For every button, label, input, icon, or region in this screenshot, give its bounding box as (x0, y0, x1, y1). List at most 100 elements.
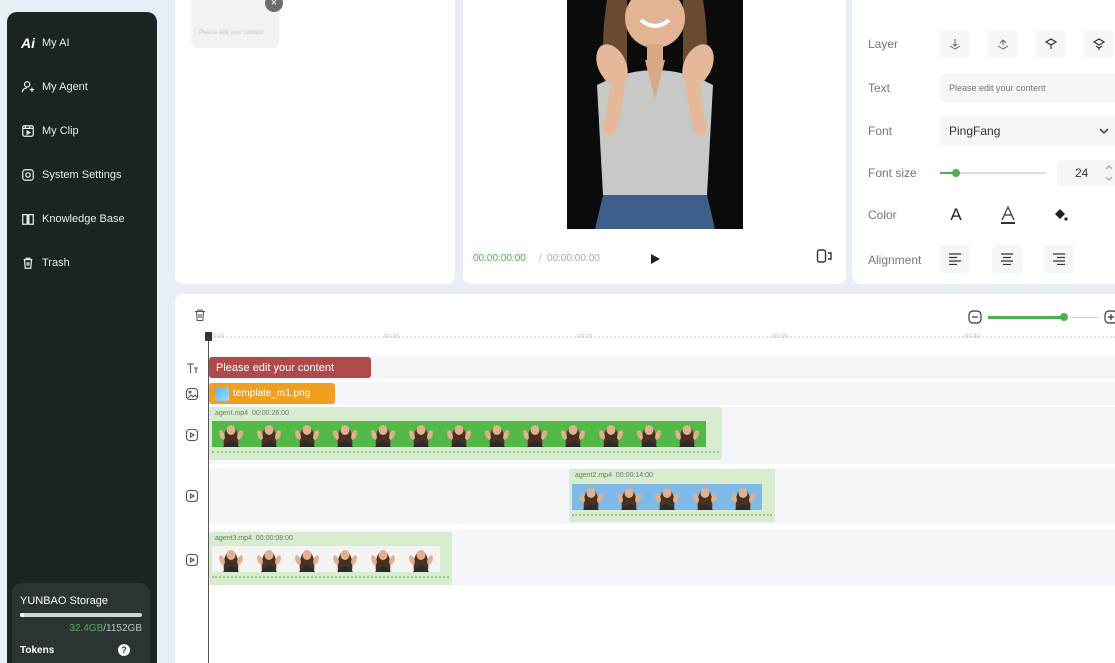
video-frame-thumbnail (402, 546, 440, 572)
close-icon[interactable]: × (265, 0, 283, 12)
zoom-slider-handle[interactable] (1060, 312, 1068, 321)
video-frame-thumbnail (478, 421, 516, 447)
ruler-tick: 00:10 (384, 334, 400, 340)
text-track-icon (187, 363, 198, 373)
sidebar-item-label: My AI (42, 37, 70, 49)
sidebar-item-trash[interactable]: Trash (19, 252, 70, 274)
video-frame-thumbnail (686, 484, 724, 510)
total-time: 00:00:00:00 (547, 253, 600, 264)
woman-clapping-image (567, 0, 743, 229)
font-size-label: Font size (868, 166, 917, 180)
book-icon (19, 210, 37, 228)
ruler-tick: 00:30 (772, 334, 788, 340)
sidebar-item-system-settings[interactable]: System Settings (19, 164, 121, 186)
image-thumbnail-icon (215, 386, 229, 401)
text-label: Text (868, 81, 891, 95)
play-icon[interactable] (649, 253, 661, 265)
sidebar-item-label: My Agent (42, 81, 88, 93)
align-center-icon[interactable] (992, 245, 1022, 273)
storage-title: YUNBAO Storage (20, 595, 109, 607)
sidebar-item-knowledge-base[interactable]: Knowledge Base (19, 208, 125, 230)
video-frame-thumbnail (250, 546, 288, 572)
ruler-tick: 00:20 (577, 334, 593, 340)
sidebar-item-label: Knowledge Base (42, 213, 125, 225)
clip-icon (19, 122, 37, 140)
zoom-out-icon[interactable] (968, 310, 982, 324)
audio-waveform (212, 451, 719, 454)
layer-down-icon[interactable] (988, 30, 1018, 58)
clip-meta: agent2.mp4 00:00:14:00 (575, 472, 653, 479)
video-frame-thumbnail (250, 421, 288, 447)
video-clip-2[interactable]: agent2.mp4 00:00:14:00 (569, 469, 775, 522)
ruler-tick: 00:40 (965, 334, 981, 340)
text-color-button[interactable]: A (940, 200, 972, 230)
sidebar-item-my-clip[interactable]: My Clip (19, 120, 79, 142)
storage-used: 32.4GB (69, 623, 104, 634)
properties-panel: Layer Text Font PingFang Font size 24 Co… (852, 0, 1115, 284)
image-track-icon (185, 387, 199, 401)
text-color-icon: A (950, 205, 962, 224)
sidebar-item-my-ai[interactable]: Ai My AI (19, 32, 70, 54)
outline-color-button[interactable] (992, 200, 1024, 230)
video-clip-1[interactable]: agent.mp4 00:00:26:00 (209, 407, 722, 460)
layer-buttons (940, 30, 1114, 58)
trash-icon[interactable] (193, 308, 207, 322)
clip-frames (572, 484, 762, 510)
video-track-icon (185, 489, 199, 503)
sidebar-item-label: System Settings (42, 169, 122, 181)
audio-waveform (572, 514, 772, 517)
video-frame-thumbnail (288, 421, 326, 447)
video-frame-thumbnail (212, 546, 250, 572)
fill-color-button[interactable] (1044, 200, 1076, 230)
video-frame-thumbnail (724, 484, 762, 510)
text-clip[interactable]: Please edit your content (209, 357, 371, 378)
align-right-icon[interactable] (1044, 245, 1074, 273)
color-label: Color (868, 208, 897, 222)
color-buttons: A (940, 200, 1076, 230)
video-frame-thumbnail (630, 421, 668, 447)
playhead-handle[interactable] (205, 332, 212, 341)
video-frame-thumbnail (440, 421, 478, 447)
font-size-stepper[interactable]: 24 (1057, 160, 1115, 186)
layer-up-icon[interactable] (1036, 30, 1066, 58)
stepper-arrows-icon[interactable] (1105, 162, 1113, 184)
layer-bottom-icon[interactable] (940, 30, 970, 58)
font-size-slider[interactable] (940, 169, 1046, 177)
clip-name: agent3.mp4 (215, 535, 252, 542)
asset-caption: Please edit your content (199, 30, 264, 36)
playhead[interactable] (205, 332, 212, 663)
clip-name: agent2.mp4 (575, 472, 612, 479)
image-clip[interactable]: template_m1.png (209, 383, 335, 404)
font-select[interactable]: PingFang (940, 116, 1115, 146)
video-frame-thumbnail (572, 484, 610, 510)
clip-meta: agent.mp4 00:00:26:00 (215, 410, 289, 417)
video-frame-thumbnail (212, 421, 250, 447)
sidebar-item-my-agent[interactable]: My Agent (19, 76, 88, 98)
storage-amount: 32.4GB/1152GB (20, 623, 142, 634)
text-input[interactable] (940, 74, 1115, 102)
clip-meta: agent3.mp4 00:00:08:00 (215, 535, 293, 542)
font-size-slider-handle[interactable] (951, 169, 960, 177)
help-icon[interactable]: ? (118, 644, 130, 656)
clip-frames (212, 546, 440, 572)
zoom-slider-rest (1070, 316, 1098, 318)
aspect-ratio-icon[interactable] (816, 247, 834, 265)
video-clip-3[interactable]: agent3.mp4 00:00:08:00 (209, 532, 452, 585)
storage-total: 1152GB (106, 623, 142, 634)
video-frame-thumbnail (364, 421, 402, 447)
zoom-slider[interactable] (988, 312, 1068, 321)
zoom-in-icon[interactable] (1104, 310, 1115, 324)
sidebar-item-label: My Clip (42, 125, 79, 137)
video-frame-thumbnail (364, 546, 402, 572)
video-frame-thumbnail (592, 421, 630, 447)
video-preview (567, 0, 743, 229)
storage-panel: YUNBAO Storage 32.4GB/1152GB Tokens ? (12, 583, 150, 663)
video-frame-thumbnail (648, 484, 686, 510)
settings-icon (19, 166, 37, 184)
font-size-value: 24 (1075, 166, 1089, 180)
layer-label: Layer (868, 37, 899, 51)
trash-icon (19, 254, 37, 272)
timeline-ruler[interactable]: 00:00 00:10 00:20 00:30 00:40 (207, 332, 1115, 342)
align-left-icon[interactable] (940, 245, 970, 273)
layer-top-icon[interactable] (1084, 30, 1114, 58)
